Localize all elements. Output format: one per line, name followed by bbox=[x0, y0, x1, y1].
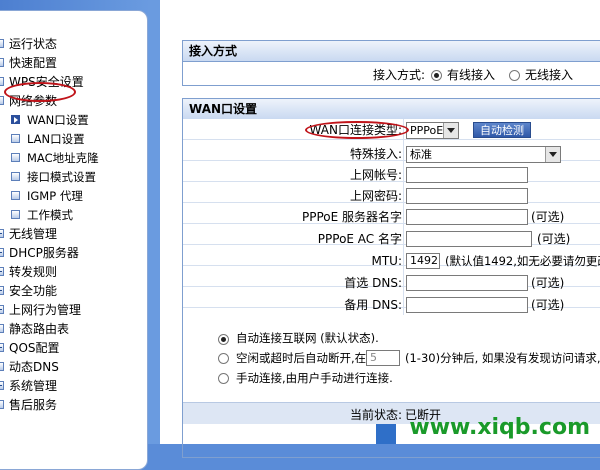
pppoe-server-input[interactable] bbox=[406, 209, 528, 225]
dns1-label: 首选 DNS: bbox=[344, 276, 402, 290]
sidebar-item-label: QOS配置 bbox=[9, 341, 60, 355]
idle-disconnect-label: 空闲或超时后自动断开,在 bbox=[236, 351, 367, 365]
sidebar-item-label: 接口模式设置 bbox=[27, 170, 96, 184]
dns1-input[interactable] bbox=[406, 275, 528, 291]
sidebar-item-label: 上网行为管理 bbox=[9, 303, 82, 317]
password-label: 上网密码: bbox=[349, 189, 402, 203]
wan-type-select[interactable]: PPPoE bbox=[406, 122, 459, 139]
connection-mode-block: 自动连接互联网 (默认状态). 空闲或超时后自动断开,在 5 (1-30)分钟后… bbox=[183, 317, 600, 399]
radio-auto-connect[interactable] bbox=[218, 334, 229, 345]
account-label: 上网帐号: bbox=[349, 168, 402, 182]
square-icon bbox=[0, 324, 4, 333]
wan-panel-title: WAN口设置 bbox=[183, 99, 600, 120]
square-icon bbox=[11, 191, 20, 200]
square-icon bbox=[11, 172, 20, 181]
mtu-input[interactable]: 1492 bbox=[406, 253, 440, 269]
page-background: 运行状态 快速配置 WPS安全设置 网络参数 WAN口设置 LAN口设置 MAC地址克隆 接口… bbox=[0, 0, 600, 470]
sidebar-item-label: 售后服务 bbox=[9, 398, 58, 412]
wan-panel: WAN口设置 WAN口连接类型: PPPoE 自动检测 特殊接入: 标准 上网帐… bbox=[182, 98, 600, 458]
special-value: 标准 bbox=[410, 148, 432, 161]
sidebar-item-label: 静态路由表 bbox=[9, 322, 70, 336]
watermark: www.xiqb.com bbox=[409, 415, 590, 440]
square-icon bbox=[11, 153, 20, 162]
radio-manual-connect[interactable] bbox=[218, 373, 229, 384]
radio-idle-disconnect[interactable] bbox=[218, 353, 229, 364]
radio-wireless[interactable] bbox=[509, 70, 520, 81]
account-input[interactable] bbox=[406, 167, 528, 183]
auto-detect-button[interactable]: 自动检测 bbox=[473, 122, 531, 138]
sidebar-item-label: 工作模式 bbox=[27, 208, 73, 222]
square-icon bbox=[0, 362, 4, 371]
sidebar: 运行状态 快速配置 WPS安全设置 网络参数 WAN口设置 LAN口设置 MAC地址克隆 接口… bbox=[0, 10, 148, 470]
optional-label: (可选) bbox=[531, 276, 565, 290]
plus-icon bbox=[0, 343, 4, 352]
mtu-label: MTU: bbox=[371, 254, 402, 268]
connect-button-partial[interactable] bbox=[376, 424, 396, 444]
chevron-down-icon bbox=[443, 123, 458, 138]
sidebar-item-label: 安全功能 bbox=[9, 284, 58, 298]
plus-icon bbox=[0, 305, 4, 314]
network-params-highlight bbox=[4, 82, 76, 102]
sidebar-item-label: 无线管理 bbox=[9, 227, 58, 241]
sidebar-item-label: LAN口设置 bbox=[27, 132, 85, 146]
radio-wired[interactable] bbox=[431, 70, 442, 81]
mtu-hint: (默认值1492,如无必要请勿更改 bbox=[445, 254, 600, 268]
sidebar-item-label: WAN口设置 bbox=[27, 113, 89, 127]
wan-type-highlight bbox=[305, 121, 409, 139]
pppoe-server-label: PPPoE 服务器名字 bbox=[301, 210, 402, 224]
special-label: 特殊接入: bbox=[349, 147, 402, 161]
password-input[interactable] bbox=[406, 188, 528, 204]
idle-minutes-input[interactable]: 5 bbox=[366, 350, 400, 366]
auto-connect-label: 自动连接互联网 (默认状态). bbox=[236, 331, 379, 345]
sidebar-item-label: 运行状态 bbox=[9, 37, 58, 51]
plus-icon bbox=[0, 286, 4, 295]
sidebar-item-label: 系统管理 bbox=[9, 379, 58, 393]
plus-icon bbox=[0, 229, 4, 238]
square-icon bbox=[0, 58, 4, 67]
access-label: 接入方式: bbox=[372, 68, 425, 82]
sidebar-item-label: MAC地址克隆 bbox=[27, 151, 99, 165]
plus-icon bbox=[0, 248, 4, 257]
radio-wireless-label: 无线接入 bbox=[525, 68, 574, 82]
square-icon bbox=[0, 400, 4, 409]
radio-wired-label: 有线接入 bbox=[447, 68, 496, 82]
dns2-input[interactable] bbox=[406, 297, 528, 313]
square-icon bbox=[0, 96, 4, 105]
square-icon bbox=[0, 39, 4, 48]
sidebar-item-label: IGMP 代理 bbox=[27, 189, 83, 203]
access-panel-title: 接入方式 bbox=[183, 41, 600, 62]
pppoe-ac-label: PPPoE AC 名字 bbox=[317, 232, 402, 246]
optional-label: (可选) bbox=[537, 232, 571, 246]
optional-label: (可选) bbox=[531, 298, 565, 312]
dns2-label: 备用 DNS: bbox=[344, 298, 402, 312]
optional-label: (可选) bbox=[531, 210, 565, 224]
sidebar-item-label: 转发规则 bbox=[9, 265, 58, 279]
pppoe-ac-input[interactable] bbox=[406, 231, 532, 247]
square-icon bbox=[11, 134, 20, 143]
status-label: 当前状态: bbox=[349, 408, 402, 422]
sidebar-item-label: 动态DNS bbox=[9, 360, 59, 374]
main-content: 接入方式 接入方式: 有线接入 无线接入 WAN口设置 WAN口连接类型: PP… bbox=[160, 0, 600, 458]
sidebar-item-label: DHCP服务器 bbox=[9, 246, 79, 260]
special-select[interactable]: 标准 bbox=[406, 146, 561, 163]
square-icon bbox=[11, 210, 20, 219]
plus-icon bbox=[0, 267, 4, 276]
wan-type-value: PPPoE bbox=[410, 124, 444, 137]
plus-icon bbox=[0, 381, 4, 390]
idle-minutes-hint: (1-30)分钟后, 如果没有发现访问请求, 就 bbox=[405, 351, 600, 365]
square-icon bbox=[0, 77, 4, 86]
access-panel: 接入方式 接入方式: 有线接入 无线接入 bbox=[182, 40, 600, 86]
manual-connect-label: 手动连接,由用户手动进行连接. bbox=[236, 371, 393, 385]
chevron-down-icon bbox=[545, 147, 560, 162]
sidebar-item-label: 快速配置 bbox=[9, 56, 58, 70]
arrow-icon bbox=[11, 115, 20, 124]
